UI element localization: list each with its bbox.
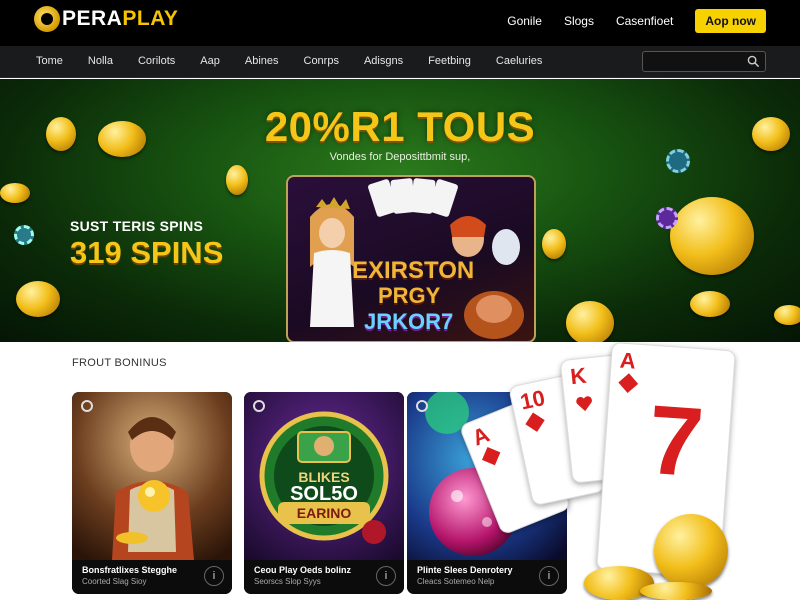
site-logo[interactable]: PERAPLAY xyxy=(34,6,178,32)
info-button[interactable]: i xyxy=(204,566,224,586)
nav-item-tome[interactable]: Tome xyxy=(36,55,63,67)
game-thumbnail xyxy=(72,392,232,560)
cta-button[interactable]: Aop now xyxy=(695,9,766,33)
nav-item-feetbing[interactable]: Feetbing xyxy=(428,55,471,67)
card-footer: Plinte Slees Denrotery Cleacs Sotemeo Ne… xyxy=(407,560,567,594)
coin-icon xyxy=(670,197,754,275)
card-rank: 10 xyxy=(517,384,548,415)
coin-icon xyxy=(774,305,800,325)
main-nav: Tome Nolla Corilots Aap Abines Conrps Ad… xyxy=(0,46,800,78)
nav-item-nolla[interactable]: Nolla xyxy=(88,55,113,67)
card-footer: Ceou Play Oeds bolinz Seorscs Slop Syys … xyxy=(244,560,404,594)
diamond-icon xyxy=(482,446,501,466)
logo-suffix: PLAY xyxy=(122,7,179,30)
logo-coin-icon xyxy=(34,6,60,32)
coin-icon xyxy=(16,281,60,317)
card-badge-icon xyxy=(81,400,93,412)
nav-items: Tome Nolla Corilots Aap Abines Conrps Ad… xyxy=(36,55,567,67)
heart-icon xyxy=(576,396,592,412)
logo-text: PERAPLAY xyxy=(62,7,178,31)
promo-game-art[interactable]: EXIRSTON PRGY JRKOR7 xyxy=(286,175,536,342)
spins-caption: SUST TERIS SPINS xyxy=(70,218,204,234)
card-rank: A xyxy=(618,347,637,374)
poker-chip-icon xyxy=(14,225,34,245)
game-provider: Coorted Slag Sioy xyxy=(82,577,147,586)
top-header: PERAPLAY Gonile Slogs Casenfioet Aop now xyxy=(0,0,800,46)
promo-title: EXIRSTON xyxy=(352,257,475,284)
game-name: Bonsfratlixes Stegghe xyxy=(82,565,178,575)
game-name: Plinte Slees Denrotery xyxy=(417,565,513,575)
card-rank: K xyxy=(569,362,588,390)
card-art-line2: SOL5O xyxy=(290,483,358,505)
hero-banner[interactable]: 20%R1 TOUS Vondes for Deposittbmit sup, … xyxy=(0,79,800,342)
info-button[interactable]: i xyxy=(376,566,396,586)
nav-item-corilots[interactable]: Corilots xyxy=(138,55,175,67)
game-thumbnail: BLIKES SOL5O EARINO xyxy=(244,392,404,560)
logo-prefix: PERA xyxy=(62,7,123,30)
hero-subtitle: Vondes for Deposittbmit sup, xyxy=(329,151,471,163)
coin-icon xyxy=(640,582,712,600)
diamond-icon xyxy=(525,412,545,432)
search-box[interactable] xyxy=(642,51,766,72)
card-rank-large: 7 xyxy=(644,383,707,498)
promo-subtitle: PRGY xyxy=(378,283,441,308)
top-links: Gonile Slogs Casenfioet Aop now xyxy=(507,9,766,33)
coin-icon xyxy=(690,291,730,317)
card-art-line3: EARINO xyxy=(297,505,352,521)
search-icon[interactable] xyxy=(747,55,760,68)
coin-icon xyxy=(226,165,248,195)
nav-item-aap[interactable]: Aap xyxy=(200,55,220,67)
card-footer: Bonsfratlixes Stegghe Coorted Slag Sioy … xyxy=(72,560,232,594)
nav-item-adisgns[interactable]: Adisgns xyxy=(364,55,403,67)
nav-item-caeluries[interactable]: Caeluries xyxy=(496,55,542,67)
search-input[interactable] xyxy=(643,52,743,72)
top-link-slogs[interactable]: Slogs xyxy=(564,14,594,28)
game-provider: Cleacs Sotemeo Nelp xyxy=(417,577,495,586)
top-link-casenfioet[interactable]: Casenfioet xyxy=(616,14,673,28)
top-link-gonile[interactable]: Gonile xyxy=(507,14,542,28)
diamond-icon xyxy=(618,373,639,394)
card-badge-icon xyxy=(253,400,265,412)
game-card[interactable]: Bonsfratlixes Stegghe Coorted Slag Sioy … xyxy=(72,392,232,594)
game-card[interactable]: BLIKES SOL5O EARINO Ceou Play Oeds bolin… xyxy=(244,392,404,594)
promo-number: JRKOR7 xyxy=(364,309,454,334)
coin-icon xyxy=(542,229,566,259)
hero-title: 20%R1 TOUS xyxy=(264,103,536,150)
game-provider: Seorscs Slop Syys xyxy=(254,577,321,586)
info-button[interactable]: i xyxy=(539,566,559,586)
spins-headline: 319 SPINS xyxy=(70,235,224,270)
game-name: Ceou Play Oeds bolinz xyxy=(254,565,352,575)
card-badge-icon xyxy=(416,400,428,412)
nav-item-conrps[interactable]: Conrps xyxy=(304,55,339,67)
coin-icon xyxy=(566,301,614,342)
card-rank: A xyxy=(468,421,493,451)
coin-icon xyxy=(654,514,728,588)
poker-chip-icon xyxy=(656,207,678,229)
nav-item-abines[interactable]: Abines xyxy=(245,55,279,67)
section-title: FROUT BONINUS xyxy=(72,357,167,369)
coin-icon xyxy=(0,183,30,203)
